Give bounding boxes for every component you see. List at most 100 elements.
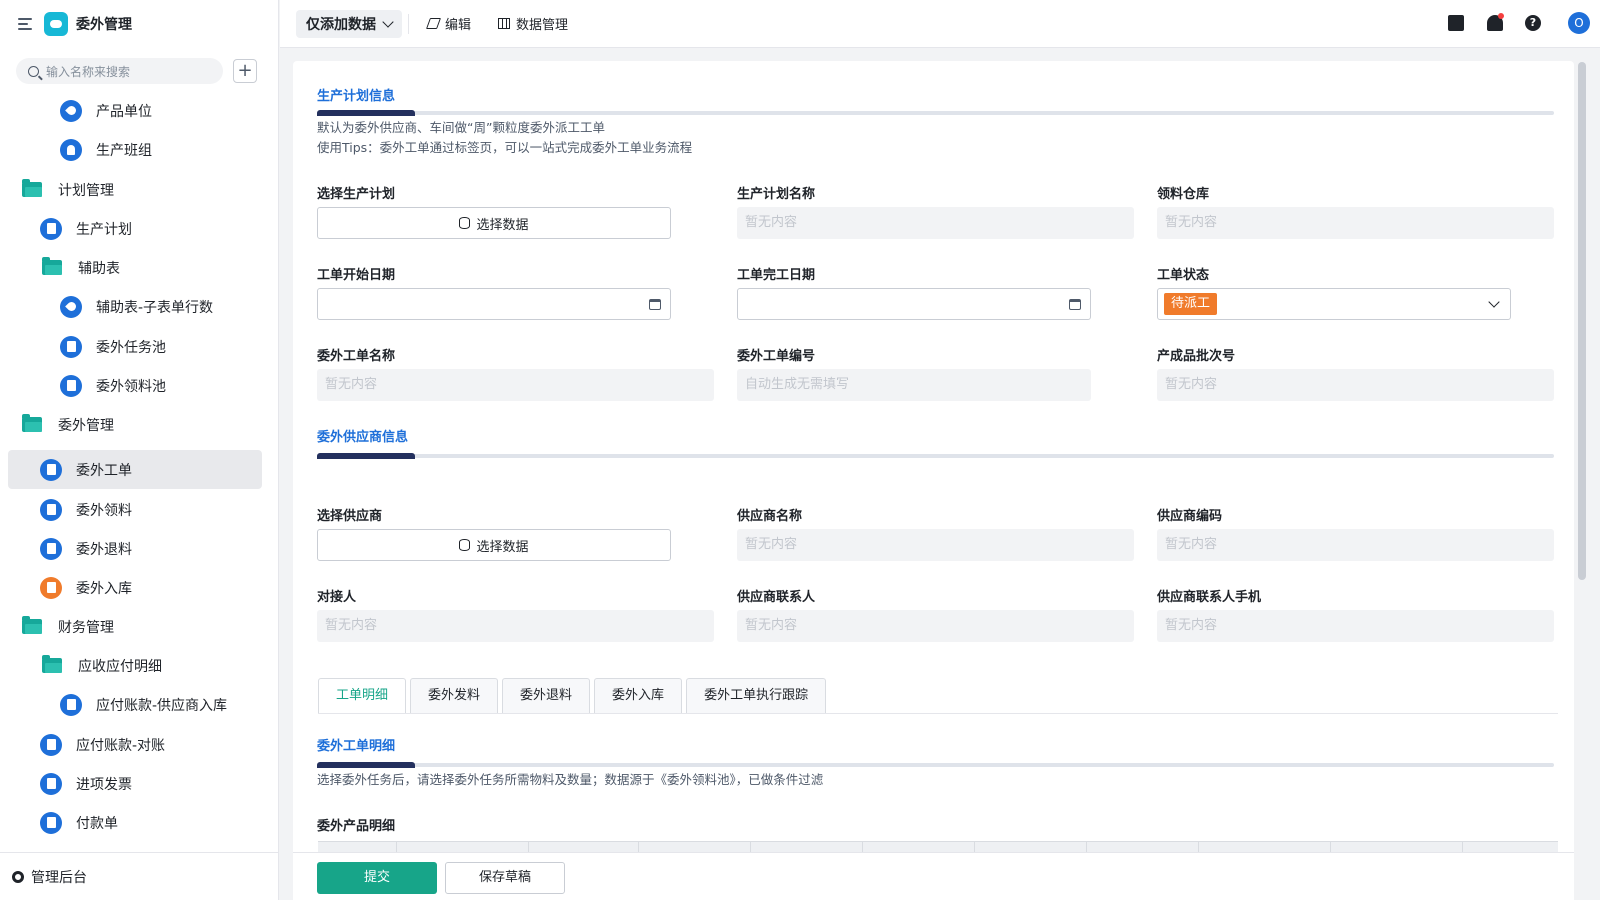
sidebar-item-label: 应付账款-对账 bbox=[76, 737, 166, 754]
sidebar-item-label: 计划管理 bbox=[58, 182, 114, 199]
sidebar-item-label: 财务管理 bbox=[58, 619, 114, 636]
calendar-icon bbox=[1069, 299, 1081, 310]
sidebar-item-label: 委外退料 bbox=[76, 541, 132, 558]
bell-icon[interactable] bbox=[1487, 13, 1504, 31]
view-dropdown[interactable]: 仅添加数据 bbox=[296, 10, 402, 38]
select-supplier-button[interactable]: 选择数据 bbox=[317, 529, 671, 561]
form-actions: 提交 保存草稿 bbox=[293, 852, 1574, 900]
tab-order-detail[interactable]: 工单明细 bbox=[318, 678, 407, 714]
section-description: 选择委外任务后，请选择委外任务所需物料及数量；数据源于《委外领料池》，已做条件过… bbox=[317, 772, 824, 787]
sidebar-folder-plan-management[interactable]: 计划管理 bbox=[22, 170, 114, 209]
search-input[interactable]: 输入名称来搜索 bbox=[16, 58, 223, 84]
supplier-contact-label: 供应商联系人 bbox=[737, 590, 816, 605]
sidebar-item-outsource-inbound[interactable]: 委外入库 bbox=[40, 568, 132, 607]
section-title-order-detail: 委外工单明细 bbox=[317, 739, 396, 754]
sidebar-item-production-team[interactable]: 生产班组 bbox=[60, 130, 152, 169]
document-icon bbox=[60, 693, 82, 716]
supplier-code-label: 供应商编码 bbox=[1157, 509, 1223, 524]
sidebar-item-label: 产品单位 bbox=[96, 103, 152, 120]
save-draft-button[interactable]: 保存草稿 bbox=[445, 862, 565, 894]
avatar[interactable]: O bbox=[1568, 12, 1590, 34]
top-toolbar: 仅添加数据 编辑 数据管理 ? O bbox=[280, 0, 1600, 48]
status-select[interactable]: 待派工 bbox=[1157, 288, 1511, 320]
supplier-name-label: 供应商名称 bbox=[737, 509, 803, 524]
app-title: 委外管理 bbox=[76, 17, 132, 33]
order-name-field: 暂无内容 bbox=[317, 369, 714, 401]
admin-console-link[interactable]: 管理后台 bbox=[0, 852, 279, 900]
warehouse-icon bbox=[40, 576, 62, 599]
document-icon bbox=[40, 458, 62, 481]
sidebar-header: 委外管理 bbox=[0, 0, 278, 48]
add-button[interactable]: + bbox=[233, 59, 257, 83]
sidebar-item-outsource-material-pool[interactable]: 委外领料池 bbox=[60, 366, 166, 405]
select-supplier-button-label: 选择数据 bbox=[476, 539, 529, 555]
edit-button[interactable]: 编辑 bbox=[425, 14, 471, 33]
help-icon[interactable]: ? bbox=[1525, 15, 1541, 31]
sidebar-item-label: 应付账款-供应商入库 bbox=[96, 697, 228, 714]
tag-icon bbox=[60, 99, 82, 122]
sidebar-item-payable-reconcile[interactable]: 应付账款-对账 bbox=[40, 725, 165, 764]
sidebar-folder-receivable-payable[interactable]: 应收应付明细 bbox=[42, 646, 162, 685]
sidebar-item-outsource-task-pool[interactable]: 委外任务池 bbox=[60, 327, 166, 366]
sidebar-folder-aux-table[interactable]: 辅助表 bbox=[42, 248, 120, 287]
section-tips: 使用Tips：委外工单通过标签页，可以一站式完成委外工单业务流程 bbox=[317, 140, 693, 155]
sidebar-item-outsource-material-issue[interactable]: 委外领料 bbox=[40, 490, 132, 529]
tab-material-issue[interactable]: 委外发料 bbox=[410, 678, 499, 714]
sidebar-item-payment-order[interactable]: 付款单 bbox=[40, 803, 118, 842]
folder-icon bbox=[22, 414, 42, 432]
document-icon bbox=[40, 217, 62, 240]
start-date-label: 工单开始日期 bbox=[317, 268, 396, 283]
data-manage-label: 数据管理 bbox=[516, 18, 569, 33]
section-divider bbox=[317, 762, 1554, 768]
sidebar-item-production-plan[interactable]: 生产计划 bbox=[40, 209, 132, 248]
sidebar-item-payable-supplier-inbound[interactable]: 应付账款-供应商入库 bbox=[60, 685, 227, 724]
supplier-contact-field: 暂无内容 bbox=[737, 610, 1134, 642]
sidebar-item-product-unit[interactable]: 产品单位 bbox=[60, 91, 152, 130]
table-icon bbox=[498, 18, 510, 29]
supplier-phone-field: 暂无内容 bbox=[1157, 610, 1554, 642]
sidebar-item-label: 委外领料池 bbox=[96, 378, 166, 395]
sidebar: 委外管理 输入名称来搜索 + 产品单位 生产班组 计划管理 生产计划 辅助表 辅… bbox=[0, 0, 279, 900]
contact-person-label: 对接人 bbox=[317, 590, 357, 605]
detail-tabs: 工单明细 委外发料 委外退料 委外入库 委外工单执行跟踪 bbox=[318, 678, 830, 714]
submit-button[interactable]: 提交 bbox=[317, 862, 437, 894]
section-title-supplier-info: 委外供应商信息 bbox=[317, 430, 409, 445]
batch-no-field: 暂无内容 bbox=[1157, 369, 1554, 401]
sidebar-item-label: 辅助表 bbox=[78, 260, 120, 277]
sidebar-folder-outsource-management[interactable]: 委外管理 bbox=[22, 405, 114, 444]
document-icon bbox=[40, 498, 62, 521]
chevron-down-icon bbox=[1488, 296, 1500, 308]
tag-icon bbox=[60, 295, 82, 318]
order-no-field: 自动生成无需填写 bbox=[737, 369, 1091, 401]
folder-icon bbox=[22, 179, 42, 197]
tab-execution-tracking[interactable]: 委外工单执行跟踪 bbox=[686, 678, 827, 714]
plan-name-label: 生产计划名称 bbox=[737, 187, 816, 202]
sidebar-item-aux-subtable-rows[interactable]: 辅助表-子表单行数 bbox=[60, 287, 213, 326]
data-manage-button[interactable]: 数据管理 bbox=[498, 14, 568, 33]
end-date-picker[interactable] bbox=[737, 288, 1091, 320]
contact-person-field: 暂无内容 bbox=[317, 610, 714, 642]
sidebar-item-label: 委外领料 bbox=[76, 502, 132, 519]
sidebar-item-outsource-order[interactable]: 委外工单 bbox=[8, 450, 262, 489]
status-badge: 待派工 bbox=[1164, 293, 1218, 315]
start-date-picker[interactable] bbox=[317, 288, 671, 320]
sidebar-item-input-invoice[interactable]: 进项发票 bbox=[40, 764, 132, 803]
document-icon bbox=[60, 335, 82, 358]
supplier-phone-label: 供应商联系人手机 bbox=[1157, 590, 1262, 605]
select-supplier-label: 选择供应商 bbox=[317, 509, 383, 524]
menu-icon[interactable] bbox=[18, 18, 32, 30]
sidebar-item-outsource-material-return[interactable]: 委外退料 bbox=[40, 529, 132, 568]
tab-material-return[interactable]: 委外退料 bbox=[502, 678, 591, 714]
sidebar-item-label: 委外入库 bbox=[76, 580, 132, 597]
sidebar-folder-finance[interactable]: 财务管理 bbox=[22, 607, 114, 646]
select-plan-button[interactable]: 选择数据 bbox=[317, 207, 671, 239]
book-icon[interactable] bbox=[1448, 15, 1464, 31]
section-title-plan-info: 生产计划信息 bbox=[317, 89, 396, 104]
tab-inbound[interactable]: 委外入库 bbox=[594, 678, 683, 714]
scrollbar[interactable] bbox=[1578, 62, 1586, 580]
sidebar-item-label: 应收应付明细 bbox=[78, 658, 162, 675]
view-dropdown-label: 仅添加数据 bbox=[306, 17, 376, 33]
search-icon bbox=[28, 65, 39, 77]
sidebar-item-label: 委外管理 bbox=[58, 417, 114, 434]
section-description: 默认为委外供应商、车间做“周”颗粒度委外派工工单 bbox=[317, 120, 605, 135]
